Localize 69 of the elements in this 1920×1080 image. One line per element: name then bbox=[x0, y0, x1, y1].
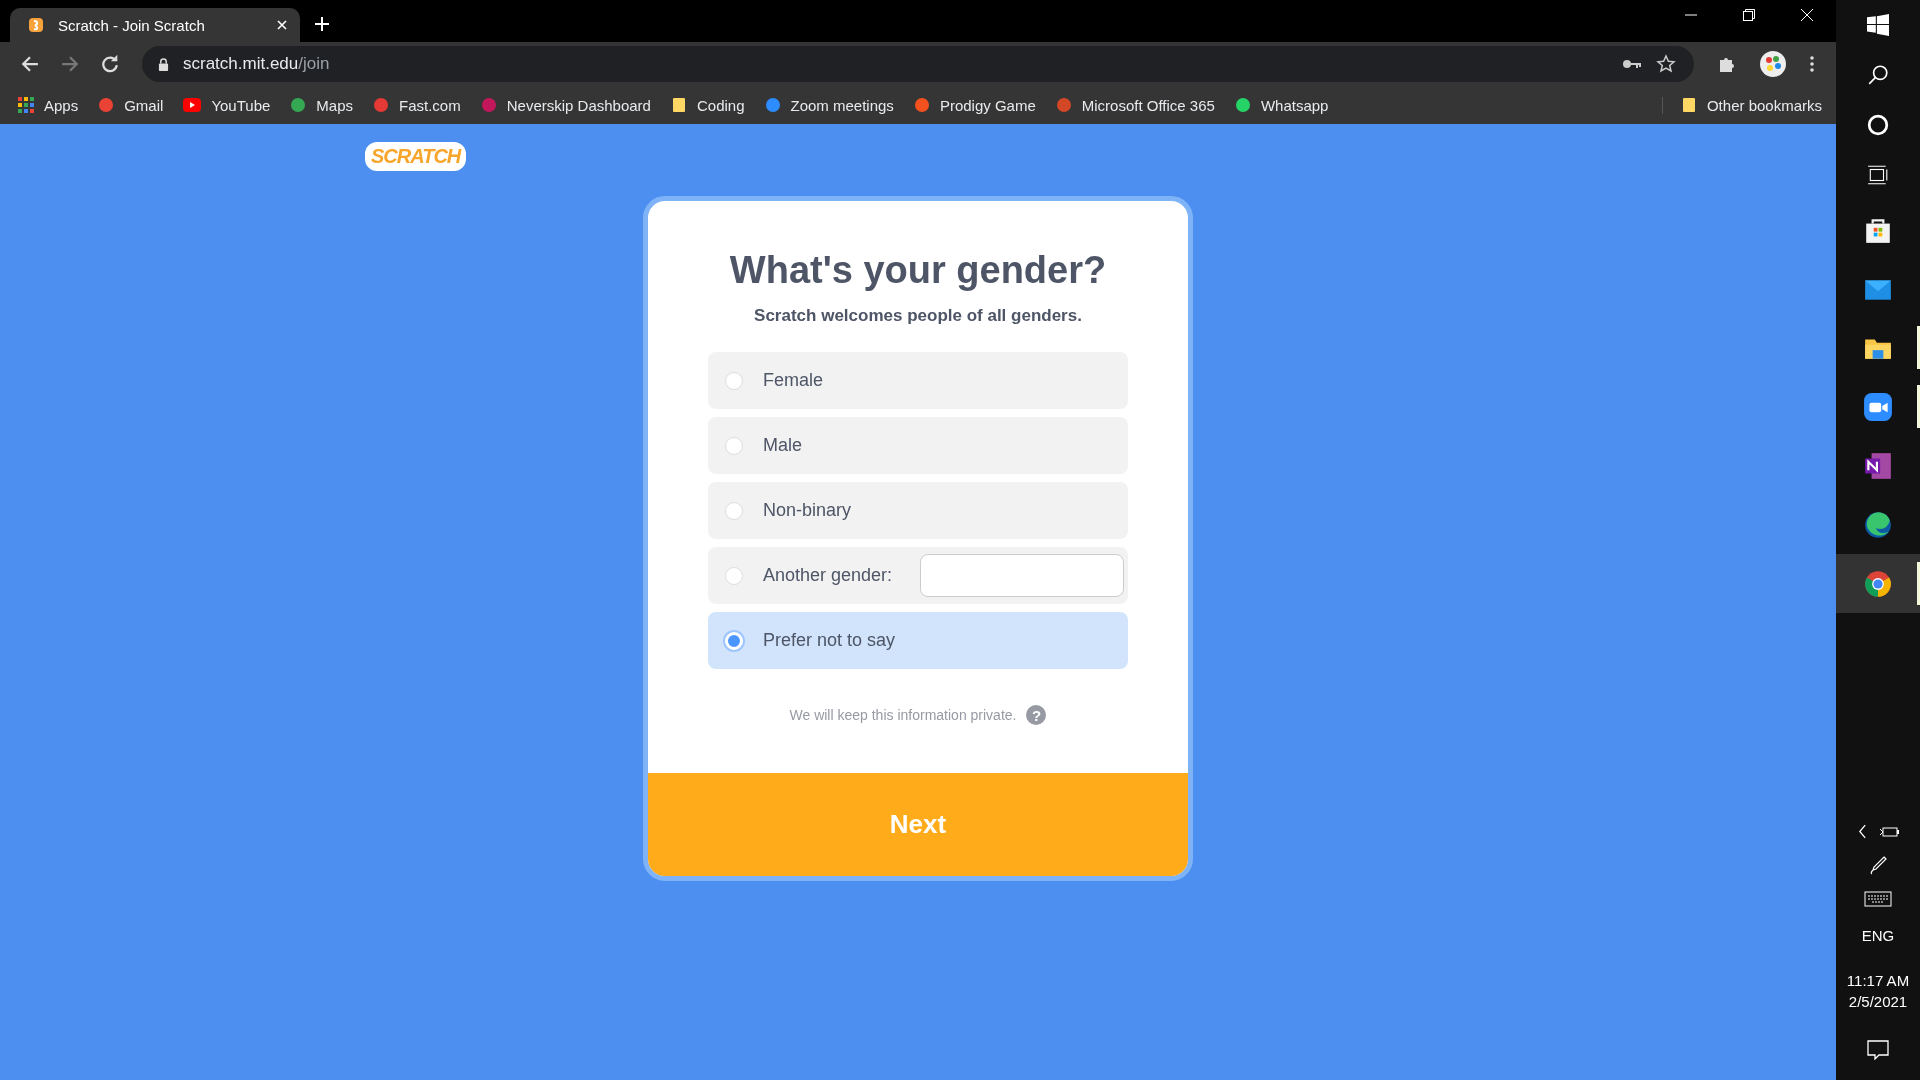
bookmark[interactable]: Maps bbox=[290, 96, 353, 114]
language-indicator[interactable]: ENG bbox=[1861, 927, 1895, 944]
gender-option[interactable]: Another gender: bbox=[708, 547, 1128, 604]
bookmark[interactable]: Zoom meetings bbox=[764, 96, 894, 114]
windows-logo-icon[interactable] bbox=[1867, 14, 1889, 36]
lock-icon bbox=[158, 57, 169, 71]
video-camera-icon bbox=[1863, 391, 1893, 422]
play-icon bbox=[183, 98, 202, 112]
folder-icon bbox=[1680, 97, 1697, 113]
bookmark[interactable]: Coding bbox=[670, 96, 745, 114]
wave-icon bbox=[1863, 509, 1893, 540]
address-bar[interactable]: scratch.mit.edu/join bbox=[142, 46, 1694, 82]
forward-arrow-icon[interactable] bbox=[61, 55, 79, 73]
site-icon bbox=[373, 97, 389, 113]
restore-icon[interactable] bbox=[1742, 8, 1756, 22]
site-icon bbox=[1234, 97, 1251, 113]
site-icon bbox=[764, 97, 781, 113]
bookmark[interactable]: Neverskip Dashboard bbox=[480, 96, 651, 114]
bookmark[interactable]: Prodigy Game bbox=[913, 96, 1036, 114]
circle-icon[interactable] bbox=[1867, 114, 1889, 136]
radio-button[interactable] bbox=[725, 566, 743, 585]
gender-option[interactable]: Female bbox=[708, 352, 1128, 409]
bookmark[interactable]: YouTube bbox=[183, 96, 271, 114]
browser-tab[interactable]: Scratch - Join Scratch bbox=[10, 8, 300, 42]
bookmark[interactable]: Whatsapp bbox=[1234, 96, 1329, 114]
grid-icon bbox=[18, 97, 34, 113]
browser-logo-icon bbox=[1863, 568, 1893, 599]
task-view-icon[interactable] bbox=[1867, 164, 1889, 186]
taskbar-app[interactable] bbox=[1836, 554, 1920, 613]
folder-icon bbox=[670, 97, 687, 113]
bookmark[interactable]: Microsoft Office 365 bbox=[1055, 96, 1215, 114]
menu-dots-icon[interactable] bbox=[1809, 55, 1815, 73]
gender-input-field[interactable] bbox=[920, 554, 1124, 597]
chevron-left-icon[interactable] bbox=[1857, 824, 1867, 839]
search-icon[interactable] bbox=[1867, 64, 1889, 86]
bookmark[interactable]: Fast.com bbox=[373, 96, 461, 114]
clock-time[interactable]: 11:17 AM bbox=[1846, 972, 1910, 989]
subtitle: Scratch welcomes people of all genders. bbox=[753, 306, 1083, 326]
close-icon[interactable] bbox=[1800, 8, 1814, 22]
site-icon bbox=[1055, 97, 1072, 113]
star-icon[interactable] bbox=[1656, 54, 1676, 74]
bookmark[interactable]: Other bookmarks bbox=[1661, 96, 1822, 114]
pen-icon[interactable] bbox=[1868, 855, 1888, 875]
back-arrow-icon[interactable] bbox=[21, 55, 39, 73]
site-icon bbox=[98, 97, 115, 113]
bookmark[interactable]: Gmail bbox=[98, 96, 164, 114]
radio-button[interactable] bbox=[725, 501, 743, 520]
battery-icon[interactable] bbox=[1878, 825, 1899, 838]
reload-icon[interactable] bbox=[101, 55, 119, 73]
bookmark[interactable]: Apps bbox=[18, 96, 79, 114]
privacy-note: We will keep this information private. bbox=[789, 707, 1017, 723]
notebook-icon bbox=[1863, 450, 1893, 481]
radio-button[interactable] bbox=[725, 371, 743, 390]
close-icon[interactable] bbox=[276, 19, 288, 31]
plus-icon[interactable] bbox=[314, 16, 330, 32]
gender-option[interactable]: Prefer not to say bbox=[708, 612, 1128, 669]
site-icon bbox=[290, 97, 307, 113]
site-icon bbox=[913, 97, 930, 113]
gender-option[interactable]: Male bbox=[708, 417, 1128, 474]
keyboard-icon[interactable] bbox=[1864, 891, 1892, 907]
avatar-icon[interactable] bbox=[1759, 50, 1787, 78]
key-icon[interactable] bbox=[1622, 58, 1642, 70]
url-text: scratch.mit.edu/join bbox=[183, 54, 330, 74]
clock-date[interactable]: 2/5/2021 bbox=[1848, 993, 1908, 1010]
radio-button[interactable] bbox=[725, 436, 743, 455]
speech-bubble-icon[interactable] bbox=[1867, 1040, 1889, 1060]
question-title: What's your gender? bbox=[728, 249, 1108, 292]
site-icon bbox=[480, 97, 497, 113]
gender-option[interactable]: Non-binary bbox=[708, 482, 1128, 539]
